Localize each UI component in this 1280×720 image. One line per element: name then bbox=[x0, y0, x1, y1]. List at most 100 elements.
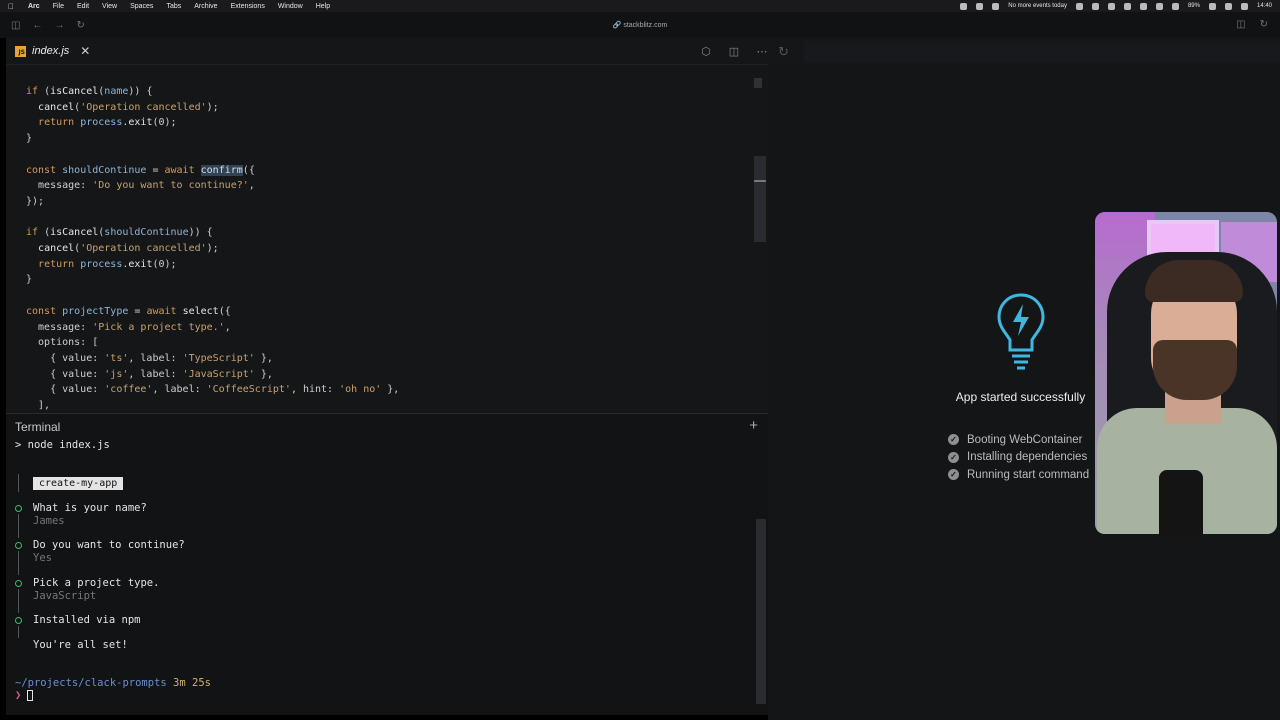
prompt-path: ~/projects/clack-prompts bbox=[15, 677, 167, 689]
code-token: if bbox=[26, 227, 39, 239]
code-token: , bbox=[248, 180, 255, 192]
code-token: shouldContinue bbox=[62, 164, 147, 176]
code-line[interactable]: } bbox=[26, 272, 399, 288]
apple-icon[interactable]:  bbox=[8, 2, 18, 11]
split-view-icon[interactable]: ◫ bbox=[1236, 19, 1245, 30]
code-line[interactable]: } bbox=[26, 131, 399, 147]
more-options-icon[interactable]: ⋯ bbox=[756, 45, 768, 58]
code-line[interactable]: { value: 'js', label: 'JavaScript' }, bbox=[26, 367, 399, 383]
code-token: select bbox=[182, 305, 219, 317]
prettier-icon[interactable]: ⬡ bbox=[700, 45, 712, 58]
code-line[interactable]: ], bbox=[26, 398, 399, 414]
copy-link-icon[interactable]: ↻ bbox=[1260, 19, 1268, 30]
success-icon bbox=[15, 542, 22, 549]
menu-item-file[interactable]: File bbox=[53, 3, 64, 10]
code-token: } bbox=[26, 274, 33, 286]
control-center-icon[interactable] bbox=[1224, 2, 1232, 10]
code-token: ({ bbox=[218, 305, 231, 317]
code-line[interactable]: { value: 'ts', label: 'TypeScript' }, bbox=[26, 351, 399, 367]
check-icon: ✓ bbox=[948, 469, 959, 481]
status-icon-5[interactable] bbox=[1123, 2, 1131, 10]
code-token: }, bbox=[381, 384, 400, 396]
code-line[interactable] bbox=[26, 210, 399, 226]
display-icon[interactable] bbox=[1139, 2, 1147, 10]
prompt-gutter bbox=[18, 589, 19, 613]
code-line[interactable]: if (isCancel(shouldContinue)) { bbox=[26, 225, 399, 241]
app-badge: create-my-app bbox=[33, 477, 124, 490]
success-icon bbox=[15, 580, 22, 587]
code-line[interactable]: cancel('Operation cancelled'); bbox=[26, 241, 399, 257]
code-token: exit bbox=[128, 258, 153, 270]
menu-item-extensions[interactable]: Extensions bbox=[231, 3, 265, 10]
code-line[interactable]: message: 'Do you want to continue?', bbox=[26, 178, 399, 194]
code-token: }); bbox=[26, 195, 45, 207]
code-line[interactable]: { value: 'coffee', label: 'CoffeeScript'… bbox=[26, 382, 399, 398]
code-token: 'Pick a project type.' bbox=[92, 321, 225, 333]
question-continue: Do you want to continue? bbox=[33, 539, 185, 551]
webcam-microphone bbox=[1159, 470, 1203, 534]
code-token: 'CoffeeScript' bbox=[206, 384, 291, 396]
calendar-icon[interactable] bbox=[992, 2, 1000, 10]
terminal-title: Terminal bbox=[15, 420, 61, 434]
add-terminal-button[interactable]: + bbox=[749, 417, 758, 434]
status-icon-2[interactable] bbox=[976, 2, 984, 10]
code-line[interactable] bbox=[26, 288, 399, 304]
tab-index-js[interactable]: JS index.js ✕ bbox=[6, 38, 100, 65]
code-line[interactable]: const shouldContinue = await confirm({ bbox=[26, 163, 399, 179]
code-token: { value: bbox=[26, 352, 105, 364]
code-token: ); bbox=[206, 101, 219, 113]
code-line[interactable]: }); bbox=[26, 194, 399, 210]
close-icon[interactable]: ✕ bbox=[80, 44, 90, 58]
calendar-status[interactable]: No more events today bbox=[1008, 3, 1067, 9]
url-bar[interactable]: 🔗 stackblitz.com bbox=[0, 21, 1280, 29]
code-line[interactable]: const projectType = await select({ bbox=[26, 304, 399, 320]
battery-percent[interactable]: 89% bbox=[1188, 3, 1200, 9]
menu-item-archive[interactable]: Archive bbox=[194, 3, 217, 10]
status-icon-1[interactable] bbox=[960, 2, 968, 10]
terminal-scrollbar[interactable] bbox=[756, 519, 766, 704]
clock[interactable]: 14:40 bbox=[1257, 3, 1272, 9]
code-line[interactable]: cancel('Operation cancelled'); bbox=[26, 100, 399, 116]
code-token: const bbox=[26, 305, 57, 317]
webcam-overlay bbox=[1095, 212, 1277, 534]
tab-label: index.js bbox=[32, 45, 70, 57]
code-line[interactable]: return process.exit(0); bbox=[26, 257, 399, 273]
menu-item-view[interactable]: View bbox=[102, 3, 117, 10]
code-line[interactable] bbox=[26, 147, 399, 163]
volume-icon[interactable] bbox=[1091, 2, 1099, 10]
code-token: = bbox=[128, 305, 147, 317]
split-editor-icon[interactable]: ◫ bbox=[728, 45, 740, 58]
code-line[interactable]: message: 'Pick a project type.', bbox=[26, 320, 399, 336]
code-line[interactable]: if (isCancel(name)) { bbox=[26, 84, 399, 100]
siri-icon[interactable] bbox=[1240, 2, 1248, 10]
menu-item-window[interactable]: Window bbox=[278, 3, 303, 10]
battery-icon[interactable] bbox=[1208, 2, 1216, 10]
prompt-gutter bbox=[18, 514, 19, 538]
editor-scrollbar[interactable] bbox=[754, 156, 766, 242]
menu-item-spaces[interactable]: Spaces bbox=[130, 3, 153, 10]
code-token: ( bbox=[38, 86, 51, 97]
status-icon-6[interactable] bbox=[1155, 2, 1163, 10]
code-line[interactable]: options: [ bbox=[26, 335, 399, 351]
status-icon-3[interactable] bbox=[1075, 2, 1083, 10]
prompt-gutter bbox=[18, 474, 19, 492]
preview-reload-icon[interactable]: ↻ bbox=[778, 44, 789, 60]
code-token: )) { bbox=[128, 86, 153, 97]
browser-toolbar: ◫ ← → ↻ 🔗 stackblitz.com ◫ ↻ bbox=[0, 12, 1280, 38]
prompt-duration: 3m 25s bbox=[173, 677, 211, 689]
code-line[interactable]: return process.exit(0); bbox=[26, 115, 399, 131]
status-icon-4[interactable] bbox=[1107, 2, 1115, 10]
menu-item-tabs[interactable]: Tabs bbox=[166, 3, 181, 10]
code-token: const bbox=[26, 164, 57, 176]
menu-item-help[interactable]: Help bbox=[316, 3, 330, 10]
url-text: stackblitz.com bbox=[623, 22, 668, 29]
editor-actions: ⬡ ◫ ⋯ bbox=[700, 38, 768, 65]
menu-item-app[interactable]: Arc bbox=[28, 3, 40, 10]
preview-url-input[interactable] bbox=[804, 41, 1280, 62]
code-editor[interactable]: if (isCancel(name)) { cancel('Operation … bbox=[26, 84, 399, 414]
wifi-icon[interactable] bbox=[1171, 2, 1179, 10]
code-token: , label: bbox=[128, 368, 183, 380]
menu-item-edit[interactable]: Edit bbox=[77, 3, 89, 10]
code-token: 'TypeScript' bbox=[182, 352, 255, 364]
